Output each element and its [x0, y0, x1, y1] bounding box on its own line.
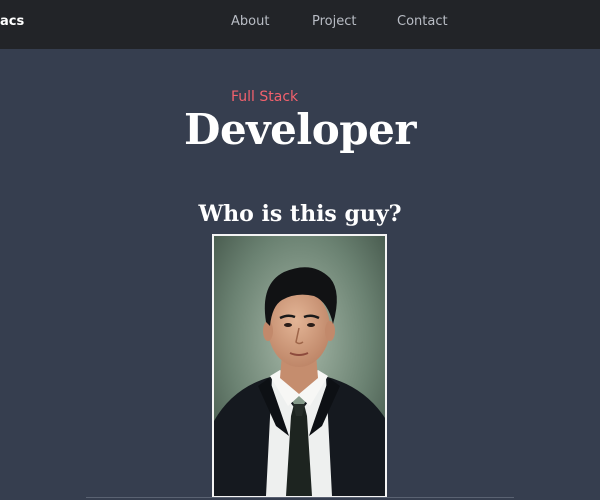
- brand-logo[interactable]: acs: [0, 14, 24, 30]
- nav-link-about[interactable]: About: [231, 14, 269, 30]
- section-divider: [86, 497, 514, 498]
- portrait-illustration: [214, 236, 385, 496]
- about-heading: Who is this guy?: [198, 201, 402, 227]
- profile-photo: [212, 234, 387, 498]
- nav-link-contact[interactable]: Contact: [397, 14, 448, 30]
- navbar: acs About Project Contact: [0, 0, 600, 49]
- hero-title: Developer: [184, 105, 416, 154]
- nav-link-project[interactable]: Project: [312, 14, 356, 30]
